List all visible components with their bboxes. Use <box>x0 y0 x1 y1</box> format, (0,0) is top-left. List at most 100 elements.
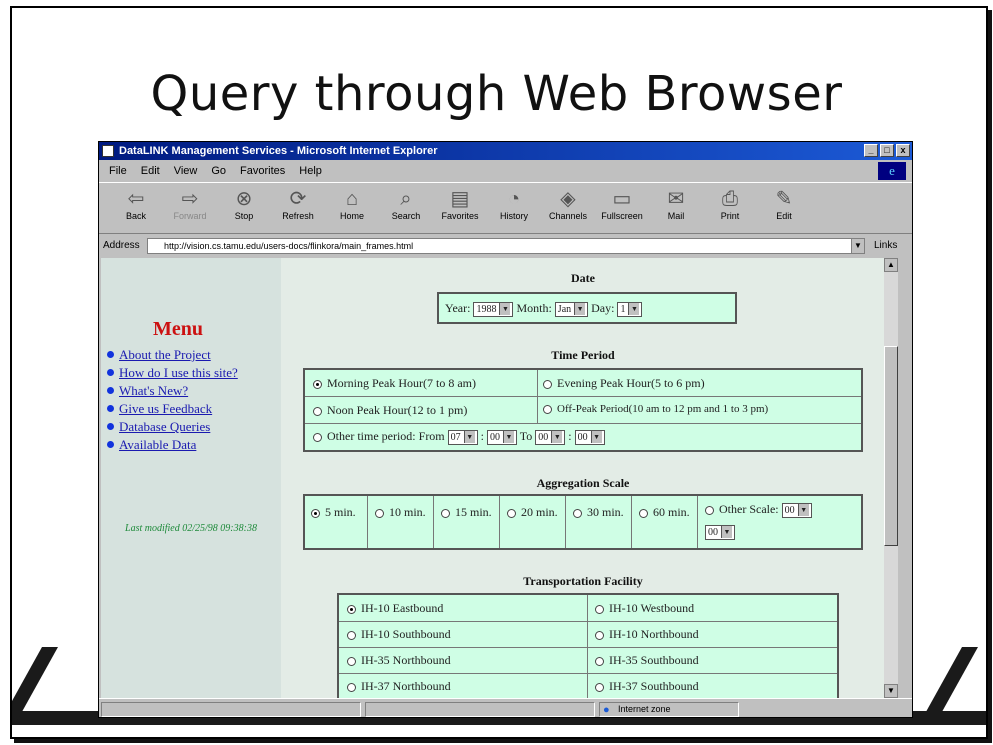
print-button[interactable]: ⎙ Print <box>703 183 757 233</box>
available-data-link[interactable]: Available Data <box>119 437 196 452</box>
day-select[interactable]: 1 ▼ <box>617 301 643 317</box>
fullscreen-button[interactable]: ▭ Fullscreen <box>595 183 649 233</box>
fullscreen-label: Fullscreen <box>601 211 643 221</box>
address-label: Address <box>103 240 140 251</box>
about-project-link[interactable]: About the Project <box>119 347 211 362</box>
menu-edit[interactable]: Edit <box>141 161 160 181</box>
scale-5-radio[interactable] <box>311 508 320 518</box>
how-to-use-link[interactable]: How do I use this site? <box>119 365 238 380</box>
address-input[interactable]: http://vision.cs.tamu.edu/users-docs/fli… <box>147 238 853 254</box>
scroll-up-icon[interactable]: ▲ <box>884 258 898 272</box>
refresh-button[interactable]: ⟳ Refresh <box>271 183 325 233</box>
ih35-south-radio[interactable] <box>595 656 604 666</box>
ih10-south-radio[interactable] <box>347 630 356 640</box>
favorites-icon: ▤ <box>450 188 470 210</box>
menu-go[interactable]: Go <box>211 161 226 181</box>
scale-10-radio[interactable] <box>375 508 384 518</box>
scale-20-radio[interactable] <box>507 508 516 518</box>
scale-30-radio[interactable] <box>573 508 582 518</box>
vertical-scrollbar[interactable]: ▲ ▼ <box>884 258 898 698</box>
channels-button[interactable]: ◈ Channels <box>541 183 595 233</box>
day-label: Day: <box>591 301 615 315</box>
scale-15-radio[interactable] <box>441 508 450 518</box>
day-value: 1 <box>620 303 626 315</box>
evening-label: Evening Peak Hour(5 to 6 pm) <box>557 376 705 390</box>
forward-arrow-icon: ⇨ <box>181 188 199 210</box>
globe-icon: ● <box>603 704 610 716</box>
channels-label: Channels <box>548 211 588 221</box>
offpeak-radio[interactable] <box>543 404 552 414</box>
menu-view[interactable]: View <box>174 161 198 181</box>
ih37-north-radio[interactable] <box>347 682 356 692</box>
query-frame: Date Year: 1988 ▼ Month: Jan ▼ Day: 1 ▼ Tim… <box>281 258 885 698</box>
month-select[interactable]: Jan ▼ <box>554 301 589 317</box>
noon-radio[interactable] <box>313 406 322 416</box>
ie-app-icon <box>102 145 114 157</box>
search-label: Search <box>391 211 421 221</box>
scale-20-label: 20 min. <box>521 505 558 519</box>
other-scale-radio[interactable] <box>705 505 714 515</box>
from-hour-value: 07 <box>450 431 461 443</box>
ih35-north-radio[interactable] <box>347 656 356 666</box>
menu-file[interactable]: File <box>109 161 127 181</box>
from-hour-select[interactable]: 07 ▼ <box>447 429 478 445</box>
noon-label: Noon Peak Hour(12 to 1 pm) <box>327 403 468 417</box>
ih10-north-radio[interactable] <box>595 630 604 640</box>
ih37-south-radio[interactable] <box>595 682 604 692</box>
other-scale-select-1[interactable]: 00 ▼ <box>781 502 812 518</box>
search-button[interactable]: ⌕ Search <box>379 183 433 233</box>
maximize-button[interactable]: □ <box>880 144 894 157</box>
close-button[interactable]: x <box>896 144 910 157</box>
year-select[interactable]: 1988 ▼ <box>473 301 514 317</box>
menu-item: Give us Feedback <box>107 400 277 418</box>
scroll-thumb[interactable] <box>884 346 898 546</box>
history-label: History <box>499 211 528 221</box>
year-label: Year: <box>445 301 471 315</box>
address-dropdown-icon[interactable]: ▼ <box>851 238 865 254</box>
to-min-select[interactable]: 00 ▼ <box>574 429 605 445</box>
edit-icon: ✎ <box>775 188 793 210</box>
ih10-west-radio[interactable] <box>595 604 604 614</box>
feedback-link[interactable]: Give us Feedback <box>119 401 212 416</box>
home-button[interactable]: ⌂ Home <box>325 183 379 233</box>
stop-button[interactable]: ⊗ Stop <box>217 183 271 233</box>
toolbar: ⇦ Back ⇨ Forward ⊗ Stop ⟳ Refresh ⌂ Home ⌕ Sea… <box>99 182 912 234</box>
edit-button[interactable]: ✎ Edit <box>757 183 811 233</box>
morning-radio[interactable] <box>313 379 322 389</box>
whats-new-link[interactable]: What's New? <box>119 383 188 398</box>
menu-help[interactable]: Help <box>299 161 322 181</box>
dropdown-arrow-icon: ▼ <box>463 430 475 443</box>
ih10-east-radio[interactable] <box>347 604 356 614</box>
facility-box: IH-10 Eastbound IH-10 Westbound IH-10 So… <box>337 593 839 698</box>
database-queries-link[interactable]: Database Queries <box>119 419 210 434</box>
from-min-select[interactable]: 00 ▼ <box>487 429 517 445</box>
other-scale-select-2[interactable]: 00 ▼ <box>705 524 735 540</box>
sidebar-frame: Menu About the Project How do I use this… <box>101 258 281 698</box>
aggregation-box: 5 min. 10 min. 15 min. 20 min. 30 min. 6… <box>303 494 863 550</box>
favorites-button[interactable]: ▤ Favorites <box>433 183 487 233</box>
status-progress <box>365 702 595 717</box>
forward-button[interactable]: ⇨ Forward <box>163 183 217 233</box>
to-hour-select[interactable]: 00 ▼ <box>535 429 566 445</box>
ie-throbber-icon: e <box>878 162 906 180</box>
time-period-heading: Time Period <box>551 348 615 362</box>
evening-radio[interactable] <box>543 379 552 389</box>
back-button[interactable]: ⇦ Back <box>109 183 163 233</box>
ih37-north-label: IH-37 Northbound <box>361 679 451 693</box>
menu-favorites[interactable]: Favorites <box>240 161 285 181</box>
colon: : <box>568 429 572 443</box>
menu-item: How do I use this site? <box>107 364 277 382</box>
mail-button[interactable]: ✉ Mail <box>649 183 703 233</box>
dropdown-arrow-icon: ▼ <box>590 430 602 443</box>
scroll-down-icon[interactable]: ▼ <box>884 684 898 698</box>
links-button[interactable]: Links <box>874 235 897 257</box>
other-scale-value-1: 00 <box>784 504 795 516</box>
date-heading: Date <box>571 271 595 285</box>
window-titlebar[interactable]: DataLINK Management Services - Microsoft… <box>99 142 912 160</box>
minimize-button[interactable]: _ <box>864 144 878 157</box>
scale-60-radio[interactable] <box>639 508 648 518</box>
browser-window: DataLINK Management Services - Microsoft… <box>98 141 913 718</box>
history-button[interactable]: ◔ History <box>487 183 541 233</box>
other-period-radio[interactable] <box>313 432 322 442</box>
menu-item: About the Project <box>107 346 277 364</box>
